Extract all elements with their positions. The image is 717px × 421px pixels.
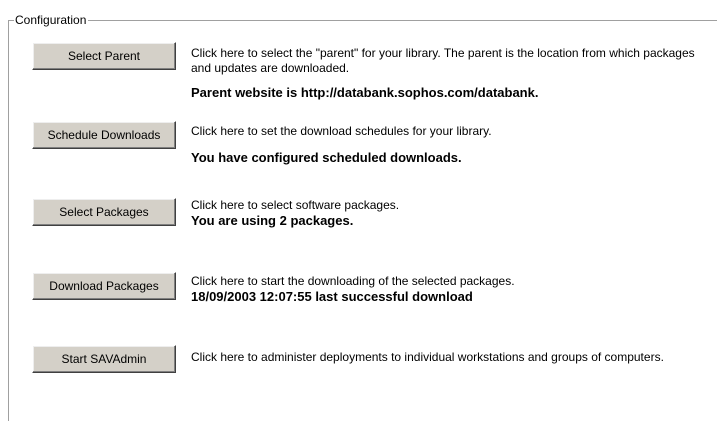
schedule-downloads-description: Click here to set the download schedules…	[191, 124, 492, 138]
select-packages-description: Click here to select software packages.	[191, 198, 400, 212]
packages-count-status: You are using 2 packages.	[191, 213, 354, 228]
download-packages-description: Click here to start the downloading of t…	[191, 274, 515, 288]
select-parent-button[interactable]: Select Parent	[32, 42, 176, 70]
start-savadmin-button[interactable]: Start SAVAdmin	[32, 345, 176, 373]
configuration-group-title: Configuration	[14, 12, 89, 28]
download-packages-button[interactable]: Download Packages	[32, 272, 176, 300]
schedule-downloads-status: You have configured scheduled downloads.	[191, 150, 462, 165]
select-packages-button[interactable]: Select Packages	[32, 198, 176, 226]
select-parent-description: Click here to select the "parent" for yo…	[191, 46, 695, 75]
schedule-downloads-button[interactable]: Schedule Downloads	[32, 121, 176, 149]
start-savadmin-description: Click here to administer deployments to …	[191, 350, 664, 364]
parent-website-status: Parent website is http://databank.sophos…	[191, 85, 539, 100]
last-download-status: 18/09/2003 12:07:55 last successful down…	[191, 289, 473, 304]
